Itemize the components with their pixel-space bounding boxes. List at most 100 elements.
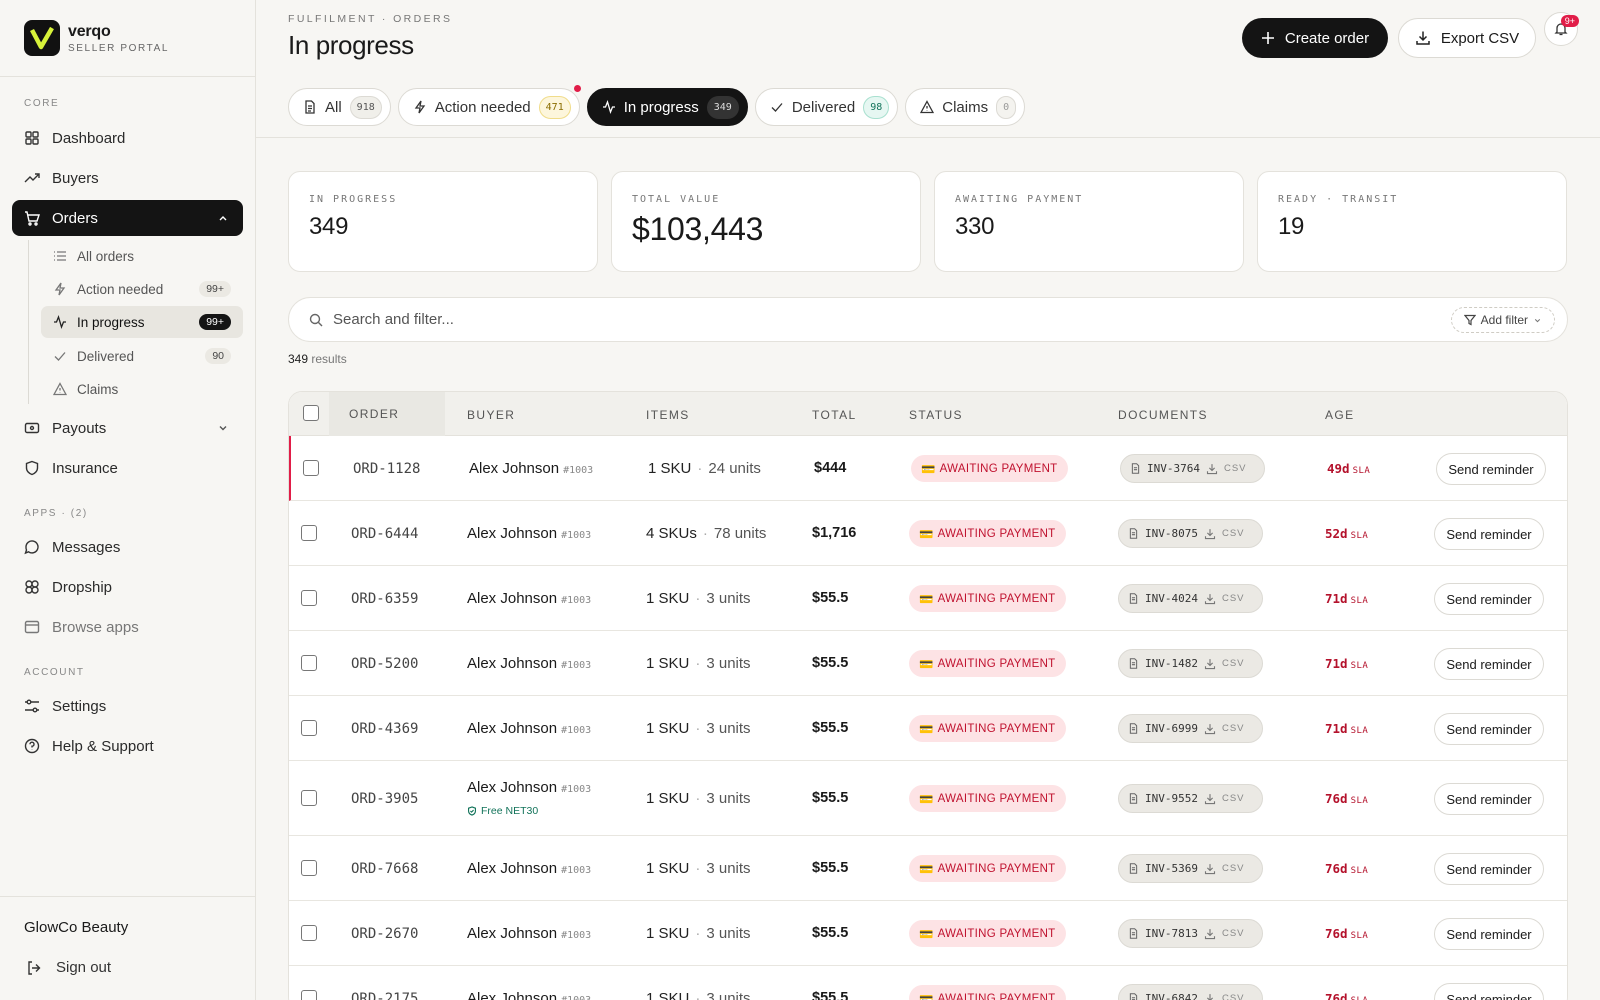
table-row[interactable]: ORD-4369 Alex Johnson #1003 1 SKU · 3 units $5… [289, 696, 1567, 761]
invoice-chip[interactable]: INV-6842 CSV [1118, 984, 1263, 1000]
send-reminder-button[interactable]: Send reminder [1434, 783, 1544, 815]
table-row[interactable]: ORD-5200 Alex Johnson #1003 1 SKU · 3 units $5… [289, 631, 1567, 696]
send-reminder-button[interactable]: Send reminder [1434, 583, 1544, 615]
send-reminder-button[interactable]: Send reminder [1434, 853, 1544, 885]
sidebar-item-dashboard[interactable]: Dashboard [12, 120, 243, 156]
download-icon[interactable] [1204, 793, 1216, 805]
column-header-total[interactable]: TOTAL [812, 408, 857, 422]
add-filter-button[interactable]: Add filter [1450, 307, 1555, 333]
sidebar-item-buyers[interactable]: Buyers [12, 160, 243, 196]
invoice-chip[interactable]: INV-9552 CSV [1118, 784, 1263, 813]
column-header-documents[interactable]: DOCUMENTS [1118, 408, 1208, 422]
invoice-chip[interactable]: INV-1482 CSV [1118, 649, 1263, 678]
row-checkbox[interactable] [301, 990, 317, 1000]
table-row[interactable]: ORD-2670 Alex Johnson #1003 1 SKU · 3 units $5… [289, 901, 1567, 966]
tab-all[interactable]: All 918 [288, 88, 391, 126]
csv-label[interactable]: CSV [1222, 863, 1245, 874]
buyer-name[interactable]: Alex Johnson#1003 [469, 460, 593, 477]
export-csv-button[interactable]: Export CSV [1398, 18, 1536, 58]
send-reminder-button[interactable]: Send reminder [1434, 518, 1544, 550]
table-row[interactable]: ORD-7668 Alex Johnson #1003 1 SKU · 3 units $5… [289, 836, 1567, 901]
download-icon[interactable] [1204, 863, 1216, 875]
csv-label[interactable]: CSV [1222, 793, 1245, 804]
table-row[interactable]: ORD-1128 Alex Johnson #1003 1 SKU · 24 units $… [289, 436, 1567, 501]
row-checkbox[interactable] [301, 925, 317, 941]
send-reminder-button[interactable]: Send reminder [1434, 648, 1544, 680]
sidebar-subitem-in-progress[interactable]: In progress 99+ [41, 306, 243, 338]
tab-in-progress[interactable]: In progress 349 [586, 88, 748, 126]
buyer-name[interactable]: Alex Johnson#1003 [467, 925, 591, 942]
order-id[interactable]: ORD-4369 [351, 721, 418, 737]
download-icon[interactable] [1204, 723, 1216, 735]
table-row[interactable]: ORD-2175 Alex Johnson#1003 1 SKU · 3 units $5… [289, 966, 1567, 1000]
column-header-age[interactable]: AGE [1325, 408, 1355, 422]
download-icon[interactable] [1204, 593, 1216, 605]
buyer-name[interactable]: Alex Johnson#1003 [467, 990, 591, 1000]
sign-out-button[interactable]: Sign out [26, 959, 111, 976]
buyer-name[interactable]: Alex Johnson#1003 [467, 525, 591, 542]
invoice-chip[interactable]: INV-7813 CSV [1118, 919, 1263, 948]
row-checkbox[interactable] [301, 720, 317, 736]
sidebar-item-help[interactable]: Help & Support [12, 728, 243, 764]
order-id[interactable]: ORD-2670 [351, 926, 418, 942]
sidebar-item-orders[interactable]: Orders [12, 200, 243, 236]
sidebar-item-insurance[interactable]: Insurance [12, 450, 243, 486]
csv-label[interactable]: CSV [1222, 528, 1245, 539]
table-row[interactable]: ORD-3905 Alex Johnson #1003 Free NET30 1 SKU… [289, 761, 1567, 836]
order-id[interactable]: ORD-2175 [351, 991, 418, 1000]
send-reminder-button[interactable]: Send reminder [1434, 713, 1544, 745]
buyer-name[interactable]: Alex Johnson#1003 [467, 860, 591, 877]
csv-label[interactable]: CSV [1224, 463, 1247, 474]
sidebar-subitem-claims[interactable]: Claims [41, 373, 243, 405]
sidebar-subitem-all-orders[interactable]: All orders [41, 240, 243, 272]
send-reminder-button[interactable]: Send reminder [1434, 918, 1544, 950]
tab-claims[interactable]: Claims 0 [905, 88, 1026, 126]
download-icon[interactable] [1204, 928, 1216, 940]
csv-label[interactable]: CSV [1222, 993, 1245, 1000]
csv-label[interactable]: CSV [1222, 928, 1245, 939]
table-row[interactable]: ORD-6444 Alex Johnson #1003 4 SKUs · 78 units… [289, 501, 1567, 566]
order-id[interactable]: ORD-1128 [353, 461, 420, 477]
tab-delivered[interactable]: Delivered 98 [754, 88, 899, 126]
search-input[interactable] [333, 311, 1383, 328]
invoice-chip[interactable]: INV-6999 CSV [1118, 714, 1263, 743]
order-id[interactable]: ORD-3905 [351, 791, 418, 807]
table-row[interactable]: ORD-6359 Alex Johnson #1003 1 SKU · 3 units $5… [289, 566, 1567, 631]
download-icon[interactable] [1204, 993, 1216, 1000]
notifications-button[interactable]: 9+ [1544, 12, 1579, 46]
csv-label[interactable]: CSV [1222, 658, 1245, 669]
sidebar-subitem-delivered[interactable]: Delivered 90 [41, 340, 243, 372]
send-reminder-button[interactable]: Send reminder [1436, 453, 1546, 485]
download-icon[interactable] [1204, 658, 1216, 670]
buyer-name[interactable]: Alex Johnson#1003 [467, 590, 591, 607]
download-icon[interactable] [1204, 528, 1216, 540]
buyer-name[interactable]: Alex Johnson#1003 [467, 655, 591, 672]
download-icon[interactable] [1206, 463, 1218, 475]
invoice-chip[interactable]: INV-4024 CSV [1118, 584, 1263, 613]
tab-action-needed[interactable]: Action needed 471 [397, 85, 581, 126]
create-order-button[interactable]: Create order [1242, 18, 1388, 58]
column-header-buyer[interactable]: BUYER [467, 408, 515, 422]
sidebar-subitem-action-needed[interactable]: Action needed 99+ [41, 273, 243, 305]
sidebar-item-payouts[interactable]: Payouts [12, 410, 243, 446]
sidebar-item-dropship[interactable]: Dropship [12, 569, 243, 605]
row-checkbox[interactable] [303, 460, 319, 476]
row-checkbox[interactable] [301, 590, 317, 606]
row-checkbox[interactable] [301, 655, 317, 671]
order-id[interactable]: ORD-6359 [351, 591, 418, 607]
send-reminder-button[interactable]: Send reminder [1434, 983, 1544, 1000]
order-id[interactable]: ORD-7668 [351, 861, 418, 877]
invoice-chip[interactable]: INV-3764 CSV [1120, 454, 1265, 483]
column-header-items[interactable]: ITEMS [646, 408, 690, 422]
select-all-checkbox[interactable] [303, 405, 319, 421]
order-id[interactable]: ORD-6444 [351, 526, 418, 542]
sidebar-item-settings[interactable]: Settings [12, 688, 243, 724]
row-checkbox[interactable] [301, 525, 317, 541]
csv-label[interactable]: CSV [1222, 723, 1245, 734]
invoice-chip[interactable]: INV-8075 CSV [1118, 519, 1263, 548]
buyer-name[interactable]: Alex Johnson#1003 [467, 720, 591, 737]
row-checkbox[interactable] [301, 860, 317, 876]
order-id[interactable]: ORD-5200 [351, 656, 418, 672]
row-checkbox[interactable] [301, 790, 317, 806]
buyer-name[interactable]: Alex Johnson#1003 [467, 779, 591, 796]
